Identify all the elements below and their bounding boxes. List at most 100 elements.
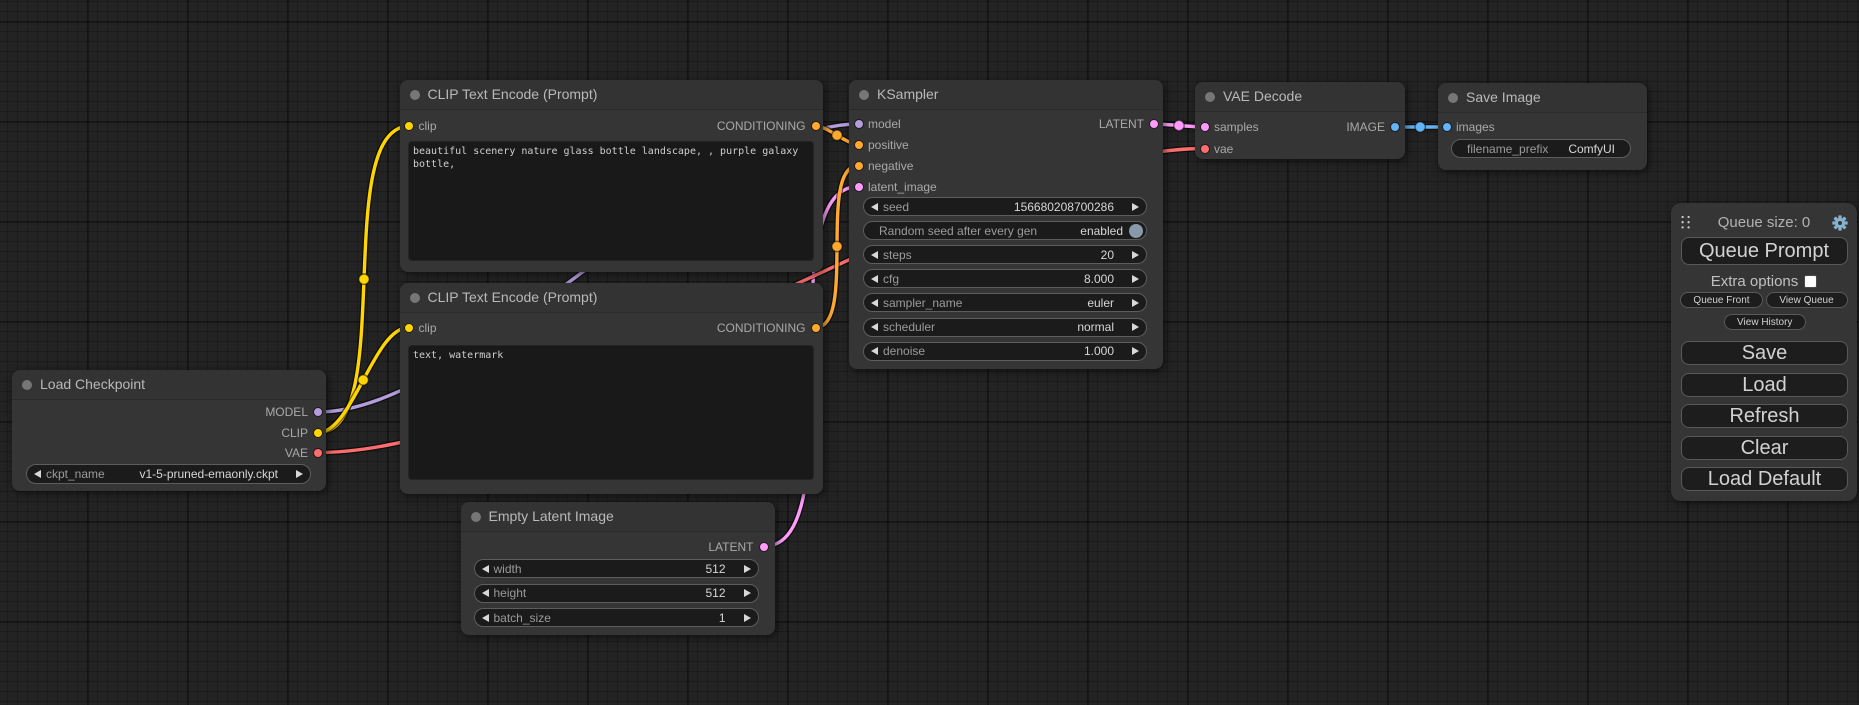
- clear-button[interactable]: Clear: [1681, 436, 1848, 460]
- decrement-arrow-icon[interactable]: [871, 251, 878, 259]
- input-slot-vae[interactable]: vae: [1214, 141, 1233, 157]
- decrement-arrow-icon[interactable]: [871, 275, 878, 283]
- node-clip-text-encode-positive[interactable]: CLIP Text Encode (Prompt) clip CONDITION…: [400, 80, 823, 272]
- decrement-arrow-icon[interactable]: [482, 614, 489, 622]
- widget-sampler-name[interactable]: sampler_name euler: [863, 293, 1147, 312]
- increment-arrow-icon[interactable]: [1132, 275, 1139, 283]
- widget-scheduler[interactable]: scheduler normal: [863, 318, 1147, 337]
- input-dot-samples[interactable]: [1200, 122, 1210, 132]
- decrement-arrow-icon[interactable]: [871, 299, 878, 307]
- output-dot-vae[interactable]: [313, 448, 323, 458]
- prompt-textarea[interactable]: text, watermark: [408, 345, 814, 480]
- node-clip-text-encode-negative[interactable]: CLIP Text Encode (Prompt) clip CONDITION…: [400, 283, 823, 494]
- input-dot-negative[interactable]: [854, 161, 864, 171]
- refresh-button[interactable]: Refresh: [1681, 404, 1848, 428]
- node-ksampler[interactable]: KSampler model positive negative latent_…: [849, 80, 1163, 369]
- widget-ckpt-name[interactable]: ckpt_name v1-5-pruned-emaonly.ckpt: [26, 464, 311, 484]
- save-button[interactable]: Save: [1681, 341, 1848, 365]
- widget-height[interactable]: height 512: [474, 584, 759, 603]
- node-title-bar[interactable]: Load Checkpoint: [12, 370, 326, 400]
- input-slot-latent-image[interactable]: latent_image: [868, 179, 937, 195]
- input-slot-clip[interactable]: clip: [419, 320, 437, 336]
- increment-arrow-icon[interactable]: [1132, 251, 1139, 259]
- output-slot-image[interactable]: IMAGE: [1346, 119, 1385, 135]
- decrement-arrow-icon[interactable]: [482, 589, 489, 597]
- node-collapse-dot[interactable]: [859, 90, 869, 100]
- increment-arrow-icon[interactable]: [744, 565, 751, 573]
- widget-random-seed-toggle[interactable]: Random seed after every gen enabled: [863, 221, 1147, 240]
- node-title-bar[interactable]: CLIP Text Encode (Prompt): [400, 283, 823, 313]
- input-slot-model[interactable]: model: [868, 116, 901, 132]
- output-dot-conditioning[interactable]: [811, 121, 821, 131]
- decrement-arrow-icon[interactable]: [871, 347, 878, 355]
- increment-arrow-icon[interactable]: [744, 614, 751, 622]
- output-dot-conditioning[interactable]: [811, 323, 821, 333]
- widget-steps[interactable]: steps 20: [863, 245, 1147, 264]
- load-button[interactable]: Load: [1681, 373, 1848, 397]
- toggle-on-dot[interactable]: [1129, 224, 1143, 238]
- output-slot-conditioning[interactable]: CONDITIONING: [717, 320, 806, 336]
- output-dot-clip[interactable]: [313, 428, 323, 438]
- input-dot-positive[interactable]: [854, 140, 864, 150]
- output-slot-latent[interactable]: LATENT: [708, 539, 753, 555]
- increment-arrow-icon[interactable]: [1132, 347, 1139, 355]
- node-collapse-dot[interactable]: [1205, 92, 1215, 102]
- widget-batch-size[interactable]: batch_size 1: [474, 608, 759, 627]
- output-slot-vae[interactable]: VAE: [285, 445, 308, 461]
- widget-cfg[interactable]: cfg 8.000: [863, 269, 1147, 288]
- output-slot-conditioning[interactable]: CONDITIONING: [717, 118, 806, 134]
- extra-options-checkbox[interactable]: [1804, 275, 1817, 288]
- input-slot-positive[interactable]: positive: [868, 137, 909, 153]
- widget-seed[interactable]: seed 156680208700286: [863, 197, 1147, 216]
- output-slot-model[interactable]: MODEL: [265, 404, 308, 420]
- output-dot-latent[interactable]: [759, 542, 769, 552]
- input-dot-latent-image[interactable]: [854, 182, 864, 192]
- view-history-button[interactable]: View History: [1724, 314, 1807, 330]
- node-title-bar[interactable]: VAE Decode: [1195, 82, 1405, 112]
- node-load-checkpoint[interactable]: Load Checkpoint MODEL CLIP VAE ckpt_name…: [12, 370, 326, 491]
- node-vae-decode[interactable]: VAE Decode samples vae IMAGE: [1195, 82, 1405, 160]
- output-dot-image[interactable]: [1390, 122, 1400, 132]
- widget-filename-prefix[interactable]: filename_prefix ComfyUI: [1451, 139, 1631, 158]
- input-dot-clip[interactable]: [404, 121, 414, 131]
- node-collapse-dot[interactable]: [471, 512, 481, 522]
- decrement-arrow-icon[interactable]: [482, 565, 489, 573]
- input-dot-images[interactable]: [1442, 122, 1452, 132]
- node-save-image[interactable]: Save Image images filename_prefix ComfyU…: [1438, 83, 1647, 170]
- output-slot-clip[interactable]: CLIP: [281, 425, 308, 441]
- queue-prompt-button[interactable]: Queue Prompt: [1681, 237, 1848, 265]
- input-slot-clip[interactable]: clip: [419, 118, 437, 134]
- widget-denoise[interactable]: denoise 1.000: [863, 342, 1147, 361]
- increment-arrow-icon[interactable]: [296, 470, 303, 478]
- load-default-button[interactable]: Load Default: [1681, 467, 1848, 491]
- view-queue-button[interactable]: View Queue: [1766, 292, 1848, 308]
- increment-arrow-icon[interactable]: [1132, 323, 1139, 331]
- node-empty-latent-image[interactable]: Empty Latent Image LATENT width 512 heig…: [461, 502, 775, 635]
- increment-arrow-icon[interactable]: [1132, 299, 1139, 307]
- input-dot-vae[interactable]: [1200, 144, 1210, 154]
- settings-gear-icon[interactable]: [1832, 215, 1848, 231]
- input-slot-negative[interactable]: negative: [868, 158, 913, 174]
- output-slot-latent[interactable]: LATENT: [1099, 116, 1144, 132]
- node-collapse-dot[interactable]: [410, 293, 420, 303]
- node-collapse-dot[interactable]: [410, 90, 420, 100]
- widget-width[interactable]: width 512: [474, 559, 759, 578]
- decrement-arrow-icon[interactable]: [34, 470, 41, 478]
- input-slot-samples[interactable]: samples: [1214, 119, 1259, 135]
- output-dot-latent[interactable]: [1149, 119, 1159, 129]
- input-dot-model[interactable]: [854, 119, 864, 129]
- prompt-textarea[interactable]: beautiful scenery nature glass bottle la…: [408, 141, 814, 261]
- queue-front-button[interactable]: Queue Front: [1680, 292, 1763, 308]
- decrement-arrow-icon[interactable]: [871, 323, 878, 331]
- increment-arrow-icon[interactable]: [744, 589, 751, 597]
- node-collapse-dot[interactable]: [1448, 93, 1458, 103]
- output-dot-model[interactable]: [313, 407, 323, 417]
- node-collapse-dot[interactable]: [22, 380, 32, 390]
- node-title-bar[interactable]: CLIP Text Encode (Prompt): [400, 80, 823, 110]
- input-dot-clip[interactable]: [404, 323, 414, 333]
- decrement-arrow-icon[interactable]: [871, 203, 878, 211]
- increment-arrow-icon[interactable]: [1132, 203, 1139, 211]
- node-title-bar[interactable]: Save Image: [1438, 83, 1647, 113]
- node-title-bar[interactable]: KSampler: [849, 80, 1163, 110]
- input-slot-images[interactable]: images: [1456, 119, 1495, 135]
